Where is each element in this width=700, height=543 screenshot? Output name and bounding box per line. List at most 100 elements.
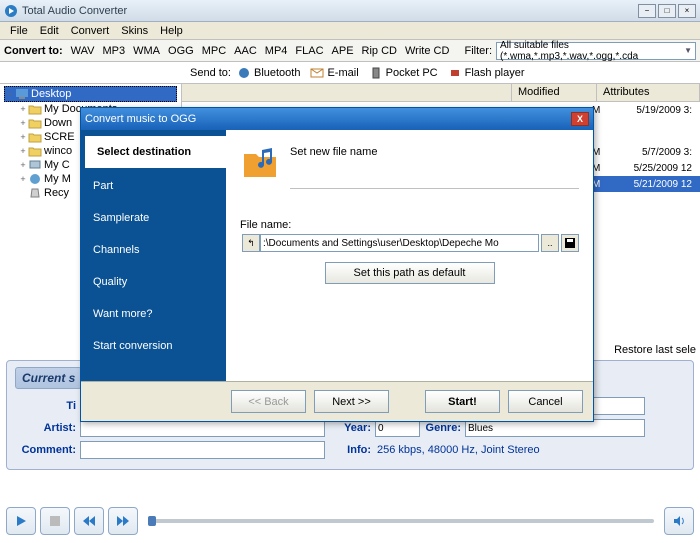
folder-icon [28,117,42,129]
save-icon [564,237,576,249]
stop-button[interactable] [40,507,70,535]
volume-icon [672,515,686,527]
play-icon [14,514,28,528]
start-button[interactable]: Start! [425,390,500,413]
chevron-down-icon: ▼ [684,46,692,55]
dialog-close-button[interactable]: X [571,112,589,126]
step-channels[interactable]: Channels [81,234,226,266]
col-spacer[interactable] [182,84,512,101]
format-ripcd[interactable]: Rip CD [358,43,401,59]
col-modified[interactable]: Modified [512,84,597,101]
col-attributes[interactable]: Attributes [597,84,700,101]
next-icon [116,515,130,527]
menu-convert[interactable]: Convert [65,23,116,39]
back-button: << Back [231,390,306,413]
playback-bar [6,503,694,539]
stop-icon [49,515,61,527]
tree-desktop[interactable]: − Desktop [4,86,177,102]
app-icon [4,4,18,18]
separator [290,188,579,189]
prev-icon [82,515,96,527]
convert-toolbar: Convert to: WAV MP3 WMA OGG MPC AAC MP4 … [0,40,700,62]
menu-help[interactable]: Help [154,23,189,39]
computer-icon [28,159,42,171]
send-toolbar: Send to: Bluetooth E-mail Pocket PC Flas… [0,62,700,84]
expand-icon[interactable]: − [5,89,15,99]
info-label: Info: [325,444,375,456]
filename-label: File name: [240,219,579,231]
desktop-icon [15,88,29,100]
step-start[interactable]: Start conversion [81,330,226,362]
step-samplerate[interactable]: Samplerate [81,202,226,234]
dialog-titlebar[interactable]: Convert music to OGG X [81,108,593,130]
minimize-button[interactable]: − [638,4,656,18]
format-aac[interactable]: AAC [230,43,261,59]
format-wma[interactable]: WMA [129,43,164,59]
window-titlebar: Total Audio Converter − □ × [0,0,700,22]
convert-label: Convert to: [4,45,63,57]
save-button[interactable] [561,234,579,252]
play-button[interactable] [6,507,36,535]
dialog-steps: Select destination Part Samplerate Chann… [81,130,226,381]
menu-edit[interactable]: Edit [34,23,65,39]
network-icon [28,173,42,185]
volume-button[interactable] [664,507,694,535]
format-mpc[interactable]: MPC [198,43,230,59]
filter-combo[interactable]: All suitable files (*.wma,*.mp3,*.wav,*.… [496,42,696,60]
artist-label: Artist: [15,422,80,434]
format-mp3[interactable]: MP3 [99,43,130,59]
step-quality[interactable]: Quality [81,266,226,298]
step-part[interactable]: Part [81,170,226,202]
send-email[interactable]: E-mail [310,67,358,79]
step-destination[interactable]: Select destination [85,136,226,168]
restore-selection[interactable]: Restore last sele [614,344,696,356]
format-ogg[interactable]: OGG [164,43,198,59]
step-wantmore[interactable]: Want more? [81,298,226,330]
year-label: Year: [325,422,375,434]
music-folder-icon [240,142,280,182]
format-mp4[interactable]: MP4 [261,43,292,59]
format-flac[interactable]: FLAC [291,43,327,59]
comment-label: Comment: [15,444,80,456]
filter-value: All suitable files (*.wma,*.mp3,*.wav,*.… [500,40,684,62]
info-value: 256 kbps, 48000 Hz, Joint Stereo [375,444,645,456]
dialog-footer: << Back Next >> Start! Cancel [81,381,593,421]
genre-label: Genre: [420,422,465,434]
path-back-button[interactable]: ↰ [242,234,260,252]
format-wav[interactable]: WAV [67,43,99,59]
close-button[interactable]: × [678,4,696,18]
next-button[interactable]: Next >> [314,390,389,413]
dialog-heading: Set new file name [290,142,377,158]
filename-input[interactable] [260,234,539,252]
prev-button[interactable] [74,507,104,535]
send-pocketpc[interactable]: Pocket PC [369,67,438,79]
folder-icon [28,131,42,143]
title-label: Ti [15,400,80,412]
format-writecd[interactable]: Write CD [401,43,453,59]
bluetooth-icon [237,67,251,79]
maximize-button[interactable]: □ [658,4,676,18]
menubar: File Edit Convert Skins Help [0,22,700,40]
menu-skins[interactable]: Skins [115,23,154,39]
set-default-path-button[interactable]: Set this path as default [325,262,495,284]
send-flashplayer[interactable]: Flash player [448,67,525,79]
format-ape[interactable]: APE [328,43,358,59]
cancel-button[interactable]: Cancel [508,390,583,413]
dialog-title: Convert music to OGG [85,113,571,125]
email-icon [310,67,324,79]
current-selection-header: Current s [15,367,82,389]
comment-field[interactable] [80,441,325,459]
flash-icon [448,67,462,79]
next-button[interactable] [108,507,138,535]
send-bluetooth[interactable]: Bluetooth [237,67,300,79]
dialog-main: Set new file name File name: ↰ .. Set th… [226,130,593,381]
list-header: Modified Attributes [182,84,700,102]
recycle-icon [28,187,42,199]
menu-file[interactable]: File [4,23,34,39]
window-title: Total Audio Converter [22,5,638,17]
filter-label: Filter: [465,45,493,57]
seek-slider[interactable] [148,519,654,523]
send-label: Send to: [190,67,231,79]
browse-button[interactable]: .. [541,234,559,252]
folder-icon [28,145,42,157]
